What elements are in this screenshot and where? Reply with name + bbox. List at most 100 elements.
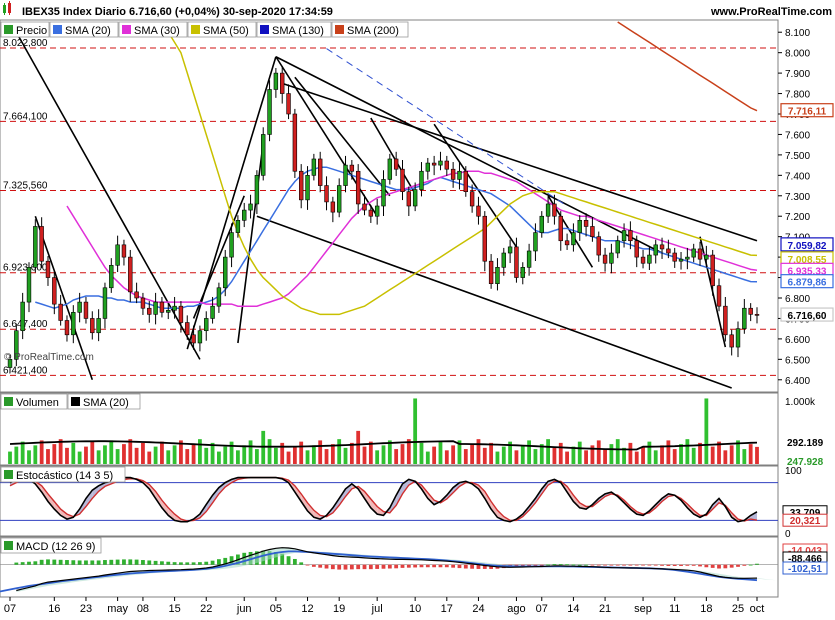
x-tick-label: oct	[750, 603, 765, 615]
macd-histogram-bar	[748, 564, 753, 566]
candle-body	[678, 258, 684, 262]
candle-body	[121, 244, 127, 258]
macd-histogram-bar	[305, 564, 310, 566]
volume-bar	[723, 450, 728, 464]
volume-bar	[755, 446, 759, 464]
site-link[interactable]: www.ProRealTime.com	[710, 6, 832, 18]
macd-histogram-bar	[27, 561, 31, 565]
candle-body	[507, 246, 513, 254]
candle-body	[672, 252, 677, 262]
candle-body	[336, 185, 342, 213]
volume-bar	[742, 449, 747, 464]
macd-histogram-bar	[653, 564, 658, 566]
x-tick-label: 25	[732, 603, 744, 615]
candle-body	[267, 89, 272, 135]
candle-body	[26, 267, 32, 303]
candle-body	[273, 72, 279, 90]
volume-bar	[413, 398, 418, 464]
candle-body	[564, 240, 570, 246]
legend-swatch	[4, 541, 13, 550]
candle-body	[685, 256, 690, 260]
macd-histogram-bar	[666, 564, 671, 566]
volume-bar	[495, 451, 500, 464]
volume-bar	[267, 439, 272, 464]
macd-histogram-bar	[609, 564, 614, 566]
y-tick-label: 1.000k	[785, 397, 816, 408]
macd-histogram-bar	[603, 564, 607, 566]
candle-body	[374, 205, 380, 217]
volume-bar	[609, 444, 614, 464]
volume-bar	[242, 445, 247, 464]
macd-histogram-bar	[717, 564, 721, 569]
candle-body	[362, 203, 367, 211]
legend-swatch	[4, 25, 13, 34]
macd-histogram-bar	[615, 564, 620, 566]
ibex35-chart: IBEX35 Index Diario 6.716,60 (+0,04%) 30…	[0, 0, 835, 620]
volume-bar	[463, 449, 468, 464]
x-tick-label: 17	[441, 603, 453, 615]
x-tick-label: 19	[333, 603, 345, 615]
macd-histogram-bar	[14, 562, 19, 565]
volume-bar	[666, 440, 671, 464]
candle-body	[77, 301, 82, 313]
volume-bar	[305, 450, 310, 464]
candle-body	[710, 254, 715, 287]
candle-body	[393, 158, 399, 170]
candle-body	[469, 191, 475, 207]
value-tag-label: 7.716,11	[788, 107, 827, 118]
candle-body	[406, 191, 412, 207]
volume-bar	[546, 439, 550, 464]
x-tick-label: 10	[409, 603, 421, 615]
macd-histogram-bar	[52, 559, 57, 565]
macd-histogram-bar	[432, 564, 437, 568]
macd-histogram-bar	[185, 562, 190, 565]
candle-body	[615, 240, 620, 254]
macd-histogram-bar	[704, 564, 709, 568]
x-tick-label: jun	[236, 603, 252, 615]
macd-histogram-bar	[546, 564, 550, 566]
y-tick-label: 6.400	[785, 376, 810, 387]
macd-histogram-bar	[71, 560, 76, 565]
volume-bar	[122, 444, 126, 464]
volume-bar	[444, 450, 449, 464]
candle-body	[140, 297, 146, 309]
volume-bar	[685, 439, 690, 464]
candle-body	[634, 240, 639, 258]
macd-histogram-bar	[660, 564, 664, 566]
volume-bar	[273, 447, 278, 464]
macd-histogram-bar	[710, 564, 715, 568]
volume-bar	[368, 441, 373, 464]
macd-histogram-bar	[65, 560, 69, 565]
macd-histogram-bar	[337, 564, 342, 570]
candle-body	[355, 170, 361, 205]
candle-body	[20, 301, 25, 332]
candle-body	[704, 254, 709, 260]
volume-bar	[432, 446, 437, 464]
macd-histogram-bar	[318, 564, 323, 568]
candle-body	[628, 230, 633, 242]
macd-histogram-bar	[736, 564, 740, 567]
chart-title: IBEX35 Index Diario 6.716,60 (+0,04%) 30…	[22, 6, 333, 18]
volume-bar	[318, 440, 323, 464]
volume-bar	[552, 447, 557, 464]
volume-bar	[27, 450, 31, 464]
macd-histogram-bar	[204, 561, 209, 565]
volume-bar	[387, 440, 392, 464]
macd-histogram-bar	[191, 562, 196, 565]
volume-bar	[729, 445, 734, 464]
candle-body	[109, 264, 114, 289]
macd-histogram-bar	[571, 564, 576, 566]
x-tick-label: 15	[168, 603, 180, 615]
x-tick-label: 07	[536, 603, 548, 615]
macd-histogram-bar	[375, 564, 380, 569]
candle-body	[697, 248, 703, 260]
candle-body	[172, 305, 177, 311]
macd-histogram-bar	[109, 559, 114, 565]
macd-histogram-bar	[755, 563, 759, 565]
x-tick-label: 24	[472, 603, 484, 615]
candle-body	[520, 267, 525, 278]
x-tick-label: sep	[634, 603, 652, 615]
macd-histogram-bar	[217, 559, 221, 565]
volume-bar	[299, 441, 304, 464]
candle-body	[204, 318, 209, 332]
